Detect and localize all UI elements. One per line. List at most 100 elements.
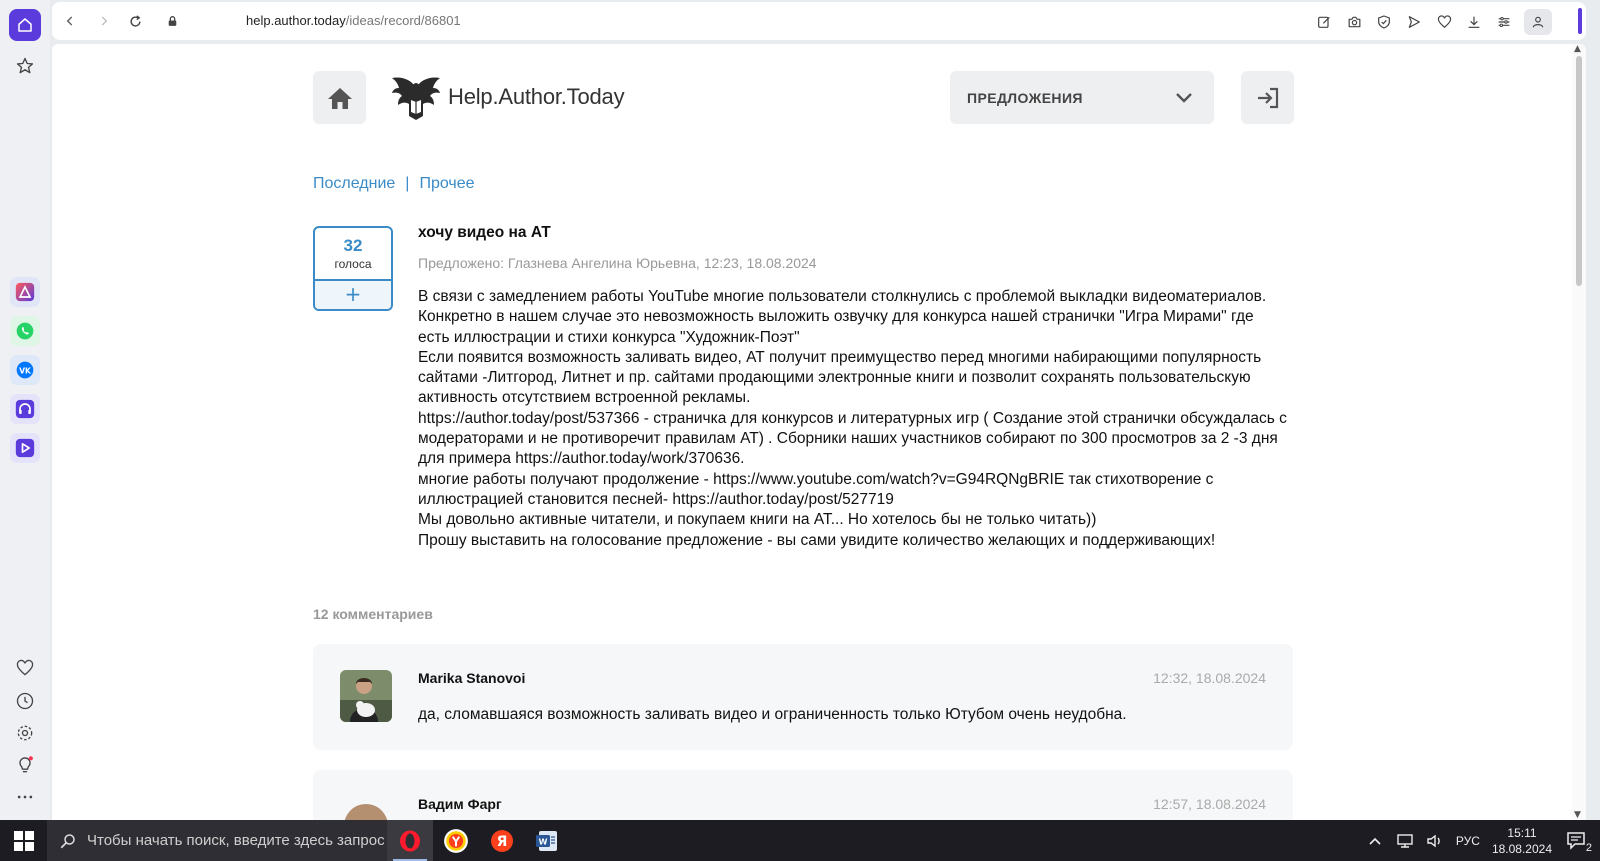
sidebar-app-vk[interactable]: VK [10, 355, 40, 385]
vote-count: 32 [343, 236, 363, 255]
tray-date: 18.08.2024 [1491, 841, 1552, 856]
section-dropdown[interactable]: ПРЕДЛОЖЕНИЯ [950, 71, 1214, 124]
star-icon [16, 57, 34, 74]
taskbar-word[interactable]: W [525, 820, 571, 861]
camera-icon [1348, 16, 1360, 28]
sidebar-app-player[interactable] [10, 433, 40, 463]
vk-icon: VK [16, 361, 34, 379]
taskbar-search[interactable]: Чтобы начать поиск, введите здесь запрос [47, 820, 387, 861]
idea-title: хочу видео на АТ [418, 224, 551, 241]
idea-paragraph: https://author.today/post/537366 - стран… [418, 409, 1287, 468]
screenshot-button[interactable] [1344, 10, 1364, 34]
site-logo[interactable]: Help.Author.Today [390, 72, 625, 122]
bookmarks-star-button[interactable] [13, 54, 37, 78]
chevron-down-icon [1176, 92, 1192, 103]
aria-ai-icon [15, 282, 35, 302]
svg-text:VK: VK [19, 366, 32, 375]
tray-time: 15:11 [1507, 825, 1537, 840]
reload-button[interactable] [125, 11, 145, 31]
windows-taskbar: Чтобы начать поиск, введите здесь запрос… [0, 820, 1600, 861]
edit-page-button[interactable] [1314, 10, 1334, 34]
comment-author[interactable]: Marika Stanovoi [418, 670, 525, 686]
profile-button[interactable] [1524, 9, 1552, 35]
sidebar-tips-button[interactable] [13, 753, 37, 777]
taskbar-yandex-browser[interactable] [433, 820, 479, 861]
vote-plus-button[interactable]: + [315, 279, 391, 309]
browser-home-button[interactable] [9, 9, 41, 41]
home-icon [327, 87, 352, 109]
filter-latest-link[interactable]: Последние [313, 175, 395, 193]
sidebar-more-button[interactable] [13, 785, 37, 809]
heart-icon [16, 659, 34, 676]
site-home-button[interactable] [313, 71, 366, 124]
taskbar-search-placeholder: Чтобы начать поиск, введите здесь запрос [87, 832, 385, 849]
scroll-up-arrow-icon[interactable]: ▲ [1574, 44, 1581, 54]
notification-count: 2 [1585, 841, 1592, 854]
idea-filters: Последние | Прочее [313, 175, 475, 193]
sidebar-history-button[interactable] [13, 689, 37, 713]
scroll-thumb[interactable] [1576, 56, 1582, 286]
filter-other-link[interactable]: Прочее [419, 175, 474, 193]
idea-paragraph: В связи с замедлением работы YouTube мно… [418, 288, 1267, 305]
opera-icon [400, 830, 420, 851]
chevron-left-icon [66, 16, 73, 26]
notification-speech-icon [1567, 831, 1585, 850]
tray-volume-button[interactable] [1426, 832, 1444, 850]
back-button[interactable] [60, 11, 80, 31]
tray-notifications-button[interactable]: 2 [1564, 831, 1592, 854]
address-bar[interactable]: help.author.today/ideas/record/86801 [246, 13, 461, 28]
comment-date: 12:32, 18.08.2024 [1153, 670, 1266, 686]
network-icon [1397, 833, 1413, 848]
downloads-button[interactable] [1464, 10, 1484, 34]
tray-language[interactable]: РУС [1456, 834, 1480, 848]
shield-icon [1378, 15, 1390, 29]
browser-sidebar: VK [0, 0, 50, 820]
easy-setup-button[interactable] [1494, 10, 1514, 34]
vote-label: голоса [334, 257, 372, 271]
user-icon [1532, 16, 1544, 28]
taskbar-opera[interactable] [387, 820, 433, 861]
page-scrollbar[interactable]: ▲ ▼ [1572, 44, 1586, 820]
tray-clock[interactable]: 15:11 18.08.2024 [1492, 825, 1552, 857]
scroll-down-arrow-icon[interactable]: ▼ [1574, 810, 1581, 820]
svg-text:W: W [539, 837, 548, 846]
idea-body: В связи с замедлением работы YouTube мно… [418, 287, 1288, 551]
favorite-button[interactable] [1434, 10, 1454, 34]
word-document-icon: W [536, 830, 557, 851]
speaker-icon [1427, 834, 1440, 847]
download-icon [1468, 16, 1480, 28]
forward-button[interactable] [94, 11, 114, 31]
yandex-icon: Я [491, 829, 513, 852]
heart-icon [1437, 15, 1451, 29]
chevron-right-icon [101, 16, 108, 26]
comment-item: Marika Stanovoi 12:32, 18.08.2024 да, сл… [313, 644, 1293, 750]
dropdown-label: ПРЕДЛОЖЕНИЯ [967, 89, 1083, 106]
tray-network-button[interactable] [1396, 832, 1414, 850]
logo-text: Help.Author.Today [448, 84, 625, 109]
adblock-button[interactable] [1374, 10, 1394, 34]
sidebar-app-whatsapp[interactable] [10, 316, 40, 346]
tray-show-hidden-button[interactable] [1366, 832, 1384, 850]
idea-paragraph: Прошу выставить на голосование предложен… [418, 531, 1216, 549]
user-photo-icon [340, 796, 392, 820]
sidebar-app-aria[interactable] [10, 277, 40, 307]
login-button[interactable] [1241, 71, 1294, 124]
windows-logo-icon [13, 830, 34, 851]
url-domain: help.author.today [246, 13, 346, 28]
lightbulb-icon [19, 756, 33, 773]
taskbar-yandex[interactable]: Я [479, 820, 525, 861]
clock-icon [16, 692, 34, 710]
start-button[interactable] [0, 820, 47, 861]
whatsapp-icon [16, 322, 34, 340]
sidebar-app-music[interactable] [10, 394, 40, 424]
comment-author[interactable]: Вадим Фарг [418, 796, 502, 812]
send-button[interactable] [1404, 10, 1424, 34]
sign-in-icon [1257, 87, 1278, 108]
avatar[interactable] [340, 670, 392, 722]
sliders-icon [1498, 16, 1510, 28]
sidebar-favorites-button[interactable] [13, 656, 37, 680]
avatar[interactable] [340, 796, 392, 820]
sidebar-settings-button[interactable] [13, 721, 37, 745]
reload-icon [129, 14, 141, 27]
headphones-icon [15, 399, 35, 419]
